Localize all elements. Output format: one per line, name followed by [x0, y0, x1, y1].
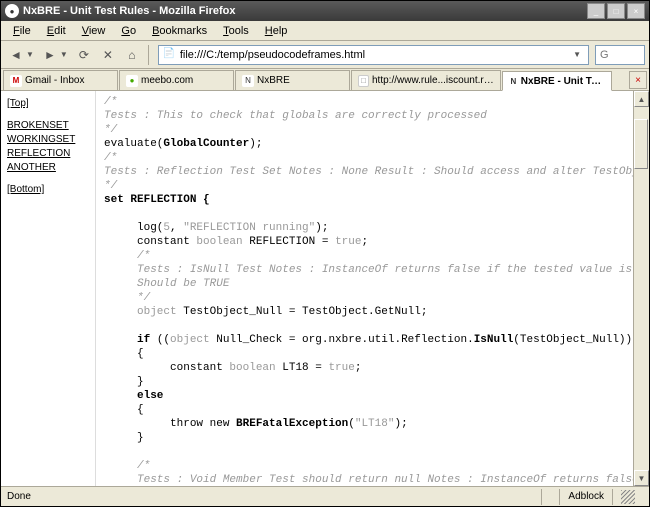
sidebar-bottom-link[interactable]: [Bottom]: [7, 183, 89, 197]
sidebar: [Top] BROKENSET WORKINGSET REFLECTION AN…: [1, 91, 96, 486]
menu-help[interactable]: Help: [257, 23, 296, 39]
scroll-up-button[interactable]: ▲: [634, 91, 649, 107]
tab-gmail[interactable]: M Gmail - Inbox: [3, 70, 118, 90]
sidebar-link-reflection[interactable]: REFLECTION: [7, 147, 89, 161]
sidebar-link-brokenset[interactable]: BROKENSET: [7, 119, 89, 133]
code-line: [104, 207, 625, 221]
code-line: if ((object Null_Check = org.nxbre.util.…: [104, 333, 625, 347]
tab-label: http://www.rule...iscount.ruleml: [372, 75, 494, 86]
window-controls: _ □ ×: [587, 3, 645, 19]
status-text: Done: [7, 489, 541, 505]
sidebar-top-link[interactable]: [Top]: [7, 97, 89, 111]
back-dropdown[interactable]: ▼: [26, 50, 34, 59]
forward-dropdown[interactable]: ▼: [60, 50, 68, 59]
search-icon: G: [600, 49, 609, 61]
status-spacer: [541, 489, 559, 505]
firefox-icon: ●: [5, 4, 19, 18]
menu-edit[interactable]: Edit: [39, 23, 74, 39]
code-line: evaluate(GlobalCounter);: [104, 137, 625, 151]
page-icon: □: [358, 75, 369, 87]
code-line: constant boolean REFLECTION = true;: [104, 235, 625, 249]
tabstrip-close-button[interactable]: ×: [629, 71, 647, 89]
scroll-track[interactable]: [634, 107, 649, 470]
menubar: File Edit View Go Bookmarks Tools Help: [1, 21, 649, 41]
tab-nxbre[interactable]: N NxBRE: [235, 70, 350, 90]
code-view[interactable]: /* Tests : This to check that globals ar…: [96, 91, 633, 486]
code-line: throw new BREFatalException("LT18");: [104, 417, 625, 431]
code-line: */: [104, 123, 625, 137]
menu-go[interactable]: Go: [113, 23, 144, 39]
menu-bookmarks[interactable]: Bookmarks: [144, 23, 215, 39]
back-button[interactable]: ◄: [5, 44, 27, 66]
statusbar: Done Adblock: [1, 486, 649, 506]
address-dropdown[interactable]: ▼: [570, 50, 584, 59]
code-line: set REFLECTION {: [104, 193, 625, 207]
menu-tools[interactable]: Tools: [215, 23, 257, 39]
address-input[interactable]: [180, 49, 570, 61]
close-button[interactable]: ×: [627, 3, 645, 19]
forward-button[interactable]: ►: [39, 44, 61, 66]
code-line: else: [104, 389, 625, 403]
home-button[interactable]: ⌂: [121, 44, 143, 66]
sidebar-link-another[interactable]: ANOTHER: [7, 161, 89, 175]
gmail-icon: M: [10, 75, 22, 87]
page-icon: 📄: [163, 48, 177, 62]
tab-unit-test-rules[interactable]: N NxBRE - Unit Test Rules: [502, 71, 612, 91]
scroll-down-button[interactable]: ▼: [634, 470, 649, 486]
code-line: Tests : Reflection Test Set Notes : None…: [104, 165, 625, 179]
stop-button[interactable]: ✕: [97, 44, 119, 66]
nxbre-icon: N: [242, 75, 254, 87]
code-line: [104, 319, 625, 333]
code-line: Tests : This to check that globals are c…: [104, 109, 625, 123]
titlebar: ● NxBRE - Unit Test Rules - Mozilla Fire…: [1, 1, 649, 21]
code-line: Tests : Void Member Test should return n…: [104, 473, 625, 486]
menu-file[interactable]: File: [5, 23, 39, 39]
code-line: Tests : IsNull Test Notes : InstanceOf r…: [104, 263, 625, 277]
reload-button[interactable]: ⟳: [73, 44, 95, 66]
maximize-button[interactable]: □: [607, 3, 625, 19]
code-line: /*: [104, 95, 625, 109]
code-line: */: [104, 291, 625, 305]
code-line: constant boolean LT18 = true;: [104, 361, 625, 375]
vertical-scrollbar[interactable]: ▲ ▼: [633, 91, 649, 486]
code-line: {: [104, 403, 625, 417]
code-line: {: [104, 347, 625, 361]
nxbre-icon: N: [509, 75, 518, 87]
meebo-icon: ●: [126, 75, 138, 87]
code-line: /*: [104, 459, 625, 473]
tab-label: Gmail - Inbox: [25, 75, 84, 86]
code-line: }: [104, 431, 625, 445]
code-line: [104, 445, 625, 459]
code-line: /*: [104, 249, 625, 263]
tabstrip: M Gmail - Inbox ● meebo.com N NxBRE □ ht…: [1, 69, 649, 91]
resize-grip[interactable]: [612, 489, 643, 505]
tab-label: NxBRE: [257, 75, 290, 86]
code-line: log(5, "REFLECTION running");: [104, 221, 625, 235]
tab-meebo[interactable]: ● meebo.com: [119, 70, 234, 90]
content-area: [Top] BROKENSET WORKINGSET REFLECTION AN…: [1, 91, 649, 486]
toolbar: ◄ ▼ ► ▼ ⟳ ✕ ⌂ 📄 ▼ G: [1, 41, 649, 69]
code-line: object TestObject_Null = TestObject.GetN…: [104, 305, 625, 319]
tab-ruleml[interactable]: □ http://www.rule...iscount.ruleml: [351, 70, 501, 90]
minimize-button[interactable]: _: [587, 3, 605, 19]
code-line: }: [104, 375, 625, 389]
sidebar-link-workingset[interactable]: WORKINGSET: [7, 133, 89, 147]
menu-view[interactable]: View: [74, 23, 114, 39]
tab-label: meebo.com: [141, 75, 193, 86]
tab-label: NxBRE - Unit Test Rules: [521, 76, 605, 87]
window-title: NxBRE - Unit Test Rules - Mozilla Firefo…: [23, 5, 587, 17]
search-box[interactable]: G: [595, 45, 645, 65]
code-line: Should be TRUE: [104, 277, 625, 291]
address-bar[interactable]: 📄 ▼: [158, 45, 589, 65]
status-adblock[interactable]: Adblock: [559, 489, 612, 505]
toolbar-separator: [148, 45, 149, 65]
code-line: /*: [104, 151, 625, 165]
code-line: */: [104, 179, 625, 193]
scroll-thumb[interactable]: [634, 119, 648, 169]
